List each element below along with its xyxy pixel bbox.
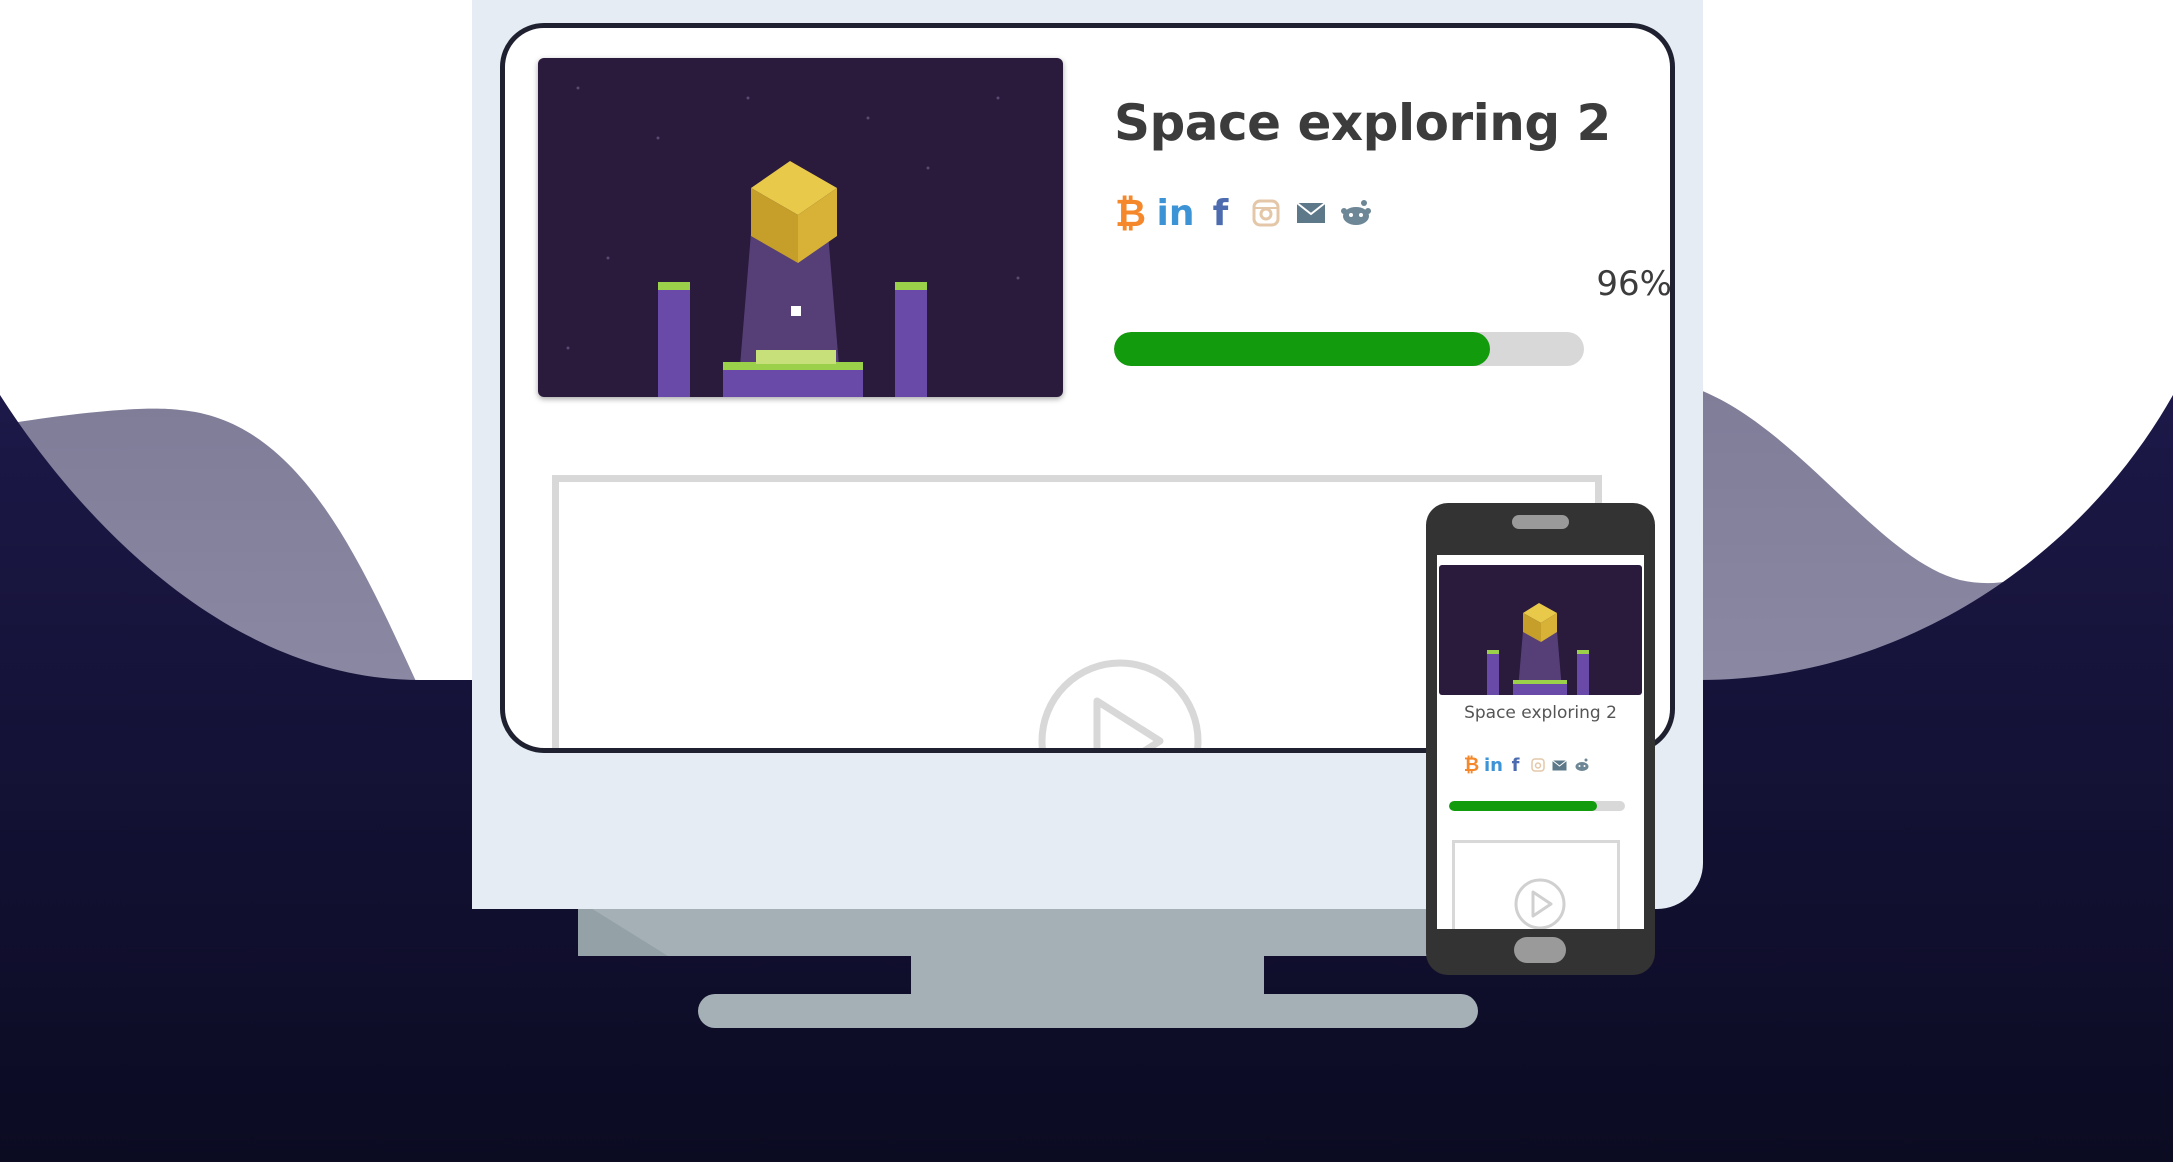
bitcoin-icon[interactable]: ₿	[1114, 191, 1147, 235]
progress-bar-fill	[1114, 332, 1490, 366]
progress-bar	[1114, 332, 1584, 366]
phone-play-icon[interactable]	[1513, 877, 1567, 929]
illustration-stage: Space exploring 2 ₿ in f 96% Space explo…	[0, 0, 2173, 1162]
share-icons-row: ₿ in f	[1114, 191, 1372, 235]
instagram-icon[interactable]	[1529, 755, 1546, 775]
phone-game-title: Space exploring 2	[1464, 703, 1617, 723]
instagram-icon[interactable]	[1249, 193, 1282, 233]
facebook-icon[interactable]: f	[1507, 755, 1524, 776]
phone-progress-bar	[1449, 801, 1625, 811]
reddit-icon[interactable]	[1573, 755, 1590, 775]
linkedin-icon[interactable]: in	[1484, 755, 1503, 776]
game-title: Space exploring 2	[1114, 94, 1611, 152]
phone-game-scene-image	[1439, 565, 1642, 695]
email-icon[interactable]	[1551, 755, 1568, 775]
linkedin-icon[interactable]: in	[1157, 193, 1195, 234]
phone-share-icons-row: ₿ in f	[1463, 754, 1590, 776]
phone-screen: Space exploring 2 ₿ in f	[1437, 555, 1644, 929]
progress-percent: 96%	[1596, 264, 1672, 304]
phone-device: Space exploring 2 ₿ in f	[1426, 503, 1655, 975]
game-thumbnail[interactable]	[538, 58, 1063, 397]
phone-progress-bar-fill	[1449, 801, 1597, 811]
phone-home-button[interactable]	[1514, 937, 1566, 963]
bitcoin-icon[interactable]: ₿	[1463, 754, 1480, 776]
facebook-icon[interactable]: f	[1204, 193, 1237, 234]
phone-speaker	[1512, 515, 1569, 529]
email-icon[interactable]	[1294, 193, 1327, 233]
game-scene-image	[538, 58, 1063, 397]
phone-game-thumbnail[interactable]	[1439, 565, 1642, 695]
reddit-icon[interactable]	[1339, 193, 1372, 233]
play-icon[interactable]	[1035, 656, 1205, 753]
